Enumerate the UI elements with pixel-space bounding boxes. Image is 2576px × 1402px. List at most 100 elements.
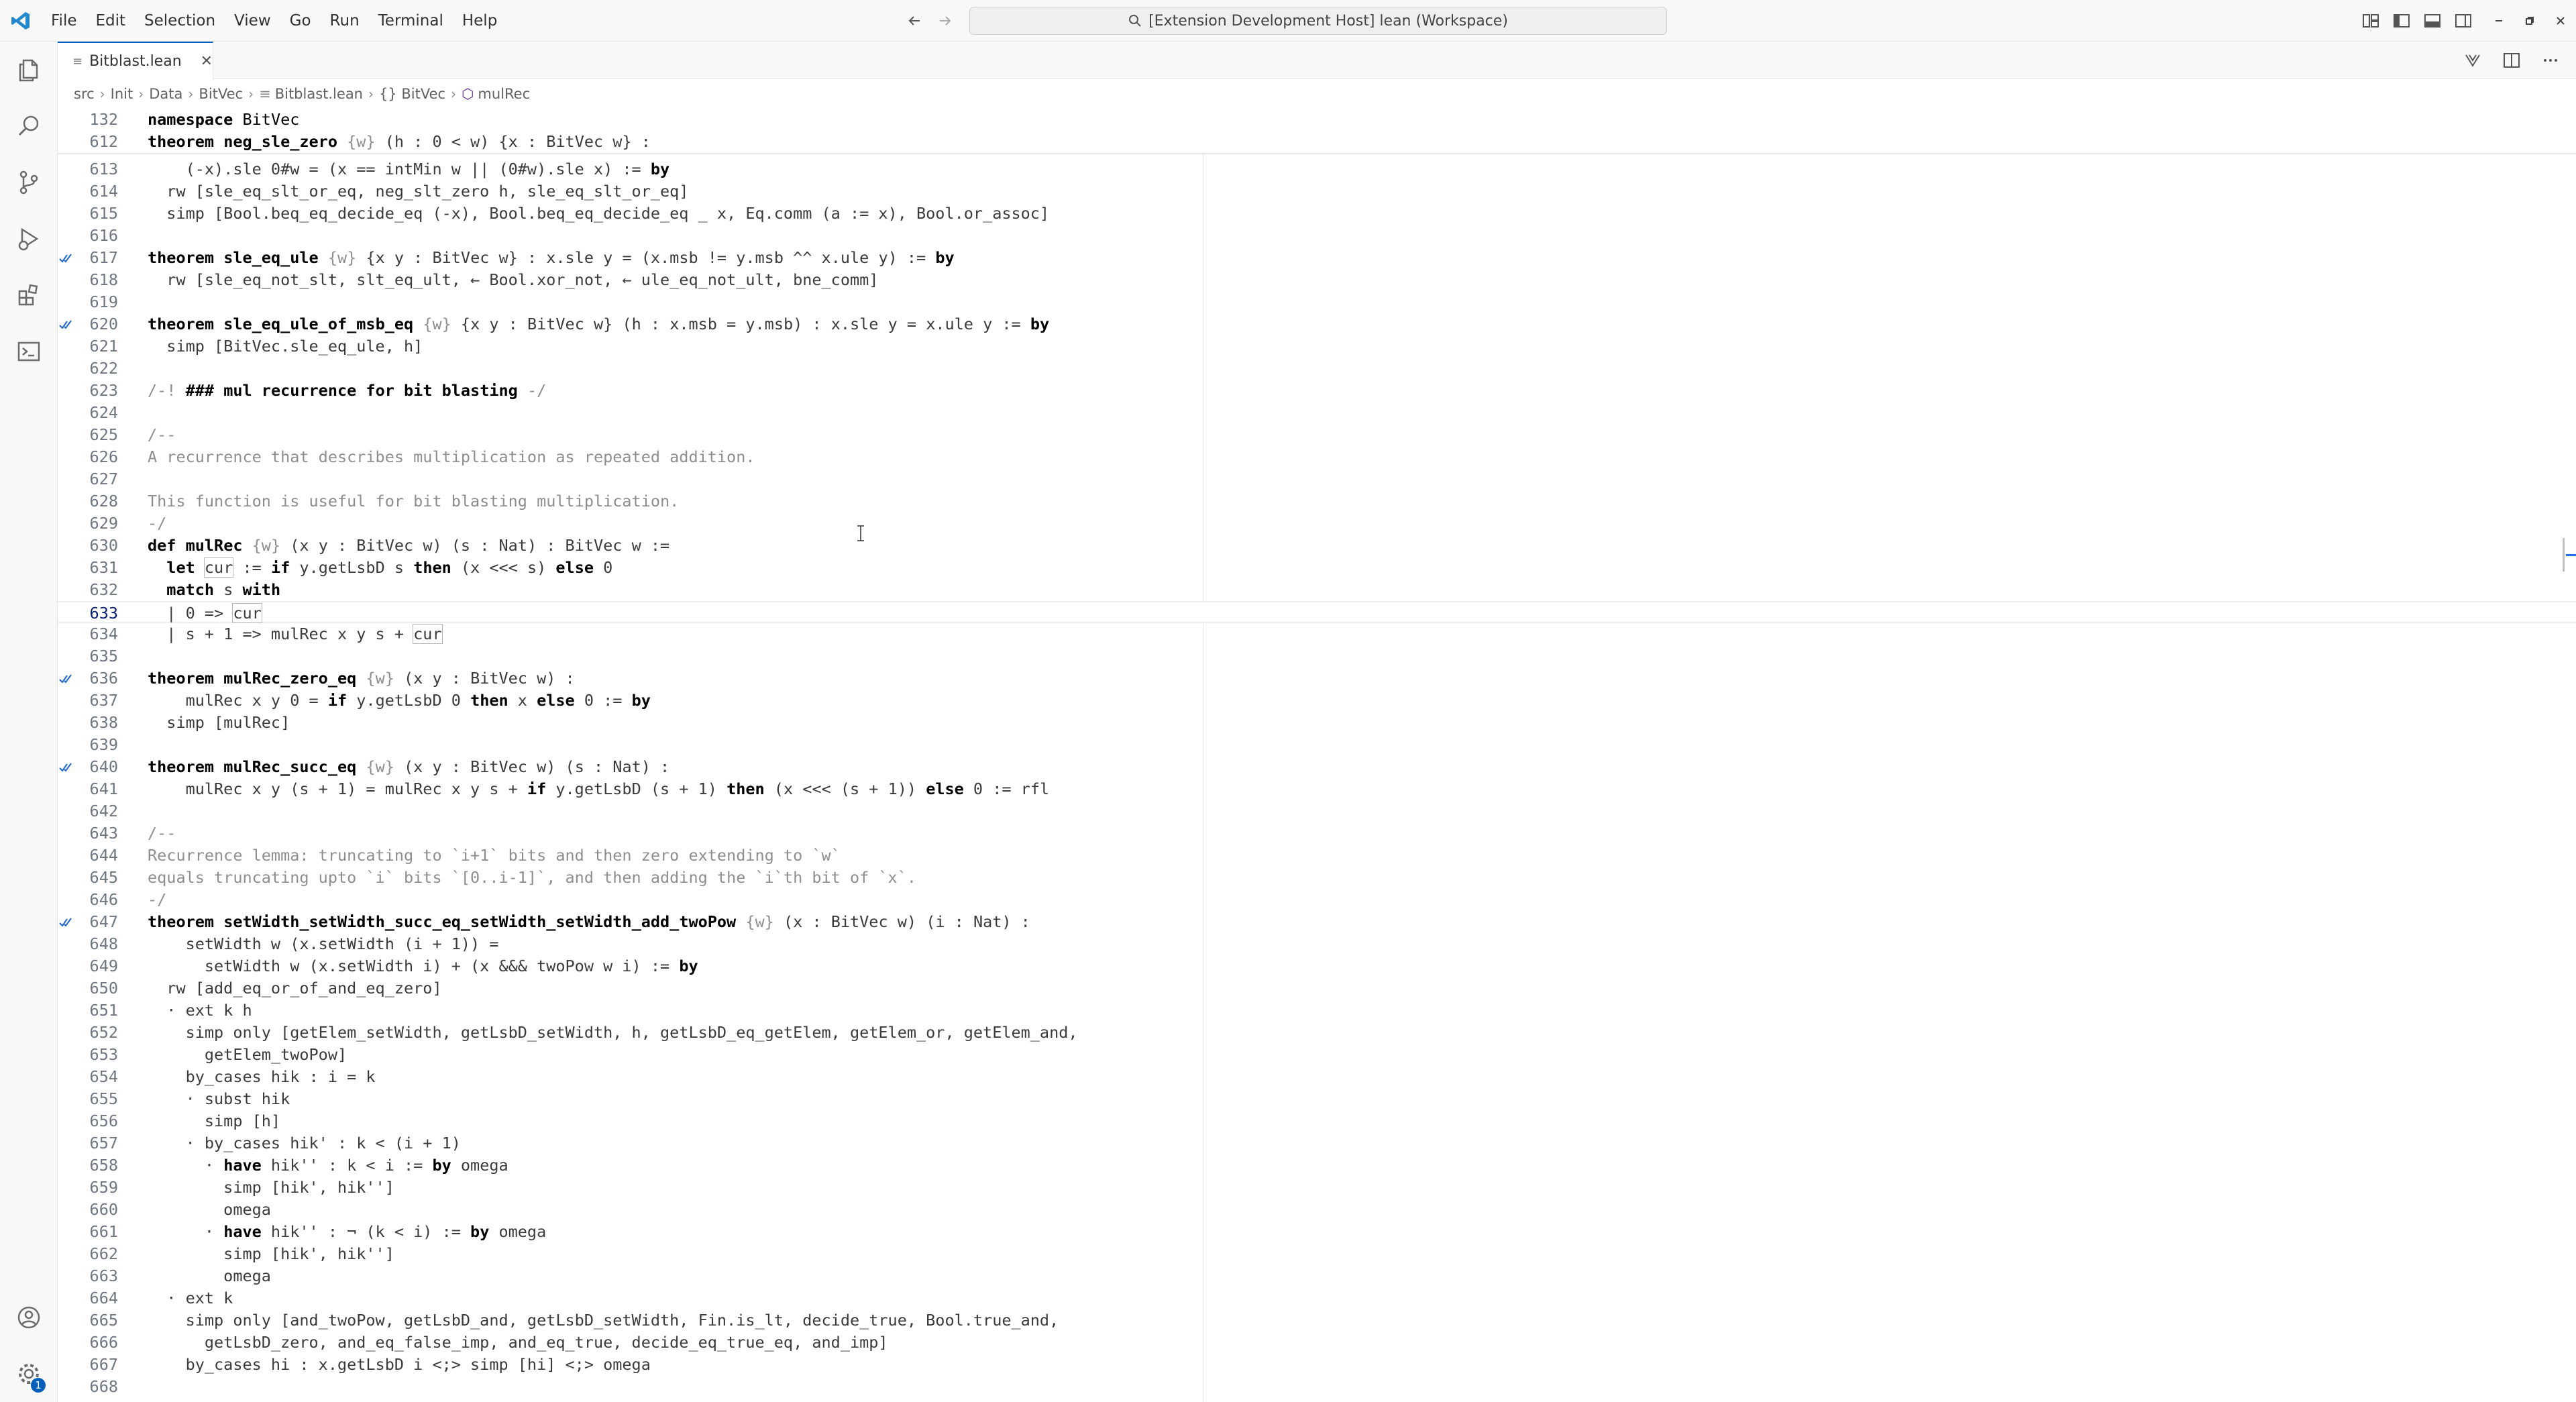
code-line[interactable]: 662 simp [hik', hik''] — [58, 1243, 2576, 1265]
code-line[interactable]: 650 rw [add_eq_or_of_and_eq_zero] — [58, 977, 2576, 1000]
close-window-icon[interactable] — [2545, 0, 2576, 42]
tab-bitblast-lean[interactable]: ≡ Bitblast.lean ✕ — [58, 42, 213, 79]
code-line[interactable]: 644 Recurrence lemma: truncating to `i+1`… — [58, 845, 2576, 867]
code-line[interactable]: 647 theorem setWidth_setWidth_succ_eq_set… — [58, 911, 2576, 933]
code-line[interactable]: 637 mulRec x y 0 = if y.getLsbD 0 then x… — [58, 690, 2576, 712]
menu-help[interactable]: Help — [453, 0, 506, 42]
toggle-panel-icon[interactable] — [2420, 8, 2445, 34]
breadcrumb-src[interactable]: src — [74, 86, 95, 102]
extensions-icon[interactable] — [0, 267, 58, 323]
code-line[interactable]: 655 · subst hik — [58, 1088, 2576, 1110]
back-arrow-icon[interactable] — [902, 8, 927, 34]
lean-infoview-icon[interactable] — [2459, 47, 2486, 74]
explorer-icon[interactable] — [0, 42, 58, 98]
code-line[interactable]: 669 @[deprecated setWidth_setWidth_succ_e… — [58, 1398, 2576, 1402]
forward-arrow-icon[interactable] — [932, 8, 958, 34]
code-line[interactable]: 649 setWidth w (x.setWidth i) + (x &&& t… — [58, 955, 2576, 977]
code-line[interactable]: 661 · have hik'' : ¬ (k < i) := by omega — [58, 1221, 2576, 1243]
code-line[interactable]: 634 | s + 1 => mulRec x y s + cur — [58, 623, 2576, 645]
code-line[interactable]: 648 setWidth w (x.setWidth (i + 1)) = — [58, 933, 2576, 955]
manage-gear-icon[interactable]: 1 — [0, 1346, 58, 1402]
terminal-view-icon[interactable] — [0, 323, 58, 380]
code-line[interactable]: 658 · have hik'' : k < i := by omega — [58, 1154, 2576, 1177]
breadcrumb-namespace[interactable]: {} BitVec — [379, 86, 445, 102]
overview-ruler[interactable] — [2563, 109, 2576, 1402]
code-editor[interactable]: 132 namespace BitVec 612 theorem neg_sle_ze… — [58, 109, 2576, 1402]
restore-icon[interactable] — [2514, 0, 2545, 42]
code-line[interactable]: 640 theorem mulRec_succ_eq {w} (x y : Bit… — [58, 756, 2576, 778]
breadcrumb-symbol[interactable]: ⬡ mulRec — [462, 86, 530, 102]
search-view-icon[interactable] — [0, 98, 58, 154]
menu-edit[interactable]: Edit — [87, 0, 136, 42]
code-line[interactable]: 645 equals truncating upto `i` bits `[0..… — [58, 867, 2576, 889]
code-line[interactable]: 616 — [58, 225, 2576, 247]
split-editor-icon[interactable] — [2498, 47, 2525, 74]
command-center[interactable]: [Extension Development Host] lean (Works… — [969, 7, 1667, 35]
code-line[interactable]: 657 · by_cases hik' : k < (i + 1) — [58, 1132, 2576, 1154]
code-line[interactable]: 614 rw [sle_eq_slt_or_eq, neg_slt_zero h… — [58, 180, 2576, 203]
menu-terminal[interactable]: Terminal — [369, 0, 453, 42]
more-actions-icon[interactable] — [2537, 47, 2564, 74]
code-line[interactable]: 667 by_cases hi : x.getLsbD i <;> simp [… — [58, 1354, 2576, 1376]
code-line[interactable]: 633 | 0 => cur — [58, 601, 2576, 623]
menu-file[interactable]: File — [42, 0, 87, 42]
code-line[interactable]: 626 A recurrence that describes multiplic… — [58, 446, 2576, 468]
code-line[interactable]: 643 /-- — [58, 822, 2576, 845]
menu-view[interactable]: View — [225, 0, 280, 42]
code-line[interactable]: 624 — [58, 402, 2576, 424]
code-line[interactable]: 651 · ext k h — [58, 1000, 2576, 1022]
accounts-icon[interactable] — [0, 1289, 58, 1346]
code-line[interactable]: 646 -/ — [58, 889, 2576, 911]
code-line[interactable]: 621 simp [BitVec.sle_eq_ule, h] — [58, 335, 2576, 358]
code-line[interactable]: 132 namespace BitVec — [58, 109, 2576, 131]
code-line[interactable]: 652 simp only [getElem_setWidth, getLsbD… — [58, 1022, 2576, 1044]
line-text: · have hik'' : k < i := by omega — [148, 1156, 508, 1175]
code-line[interactable]: 628 This function is useful for bit blast… — [58, 490, 2576, 513]
code-line[interactable]: 612 theorem neg_sle_zero {w} (h : 0 < w) … — [58, 131, 2576, 153]
code-line[interactable]: 630 def mulRec {w} (x y : BitVec w) (s : … — [58, 535, 2576, 557]
breadcrumb-file[interactable]: ≡ Bitblast.lean — [259, 86, 363, 102]
breadcrumb-bitvec-folder[interactable]: BitVec — [199, 86, 243, 102]
customize-layout-icon[interactable] — [2359, 8, 2383, 34]
code-line[interactable]: 631 let cur := if y.getLsbD s then (x <<… — [58, 557, 2576, 579]
menu-selection[interactable]: Selection — [135, 0, 225, 42]
code-line[interactable]: 663 omega — [58, 1265, 2576, 1287]
code-line[interactable]: 617 theorem sle_eq_ule {w} {x y : BitVec … — [58, 247, 2576, 269]
code-line[interactable]: 636 theorem mulRec_zero_eq {w} (x y : Bit… — [58, 667, 2576, 690]
code-line[interactable]: 625 /-- — [58, 424, 2576, 446]
code-line[interactable]: 666 getLsbD_zero, and_eq_false_imp, and_… — [58, 1332, 2576, 1354]
code-line[interactable]: 641 mulRec x y (s + 1) = mulRec x y s + … — [58, 778, 2576, 800]
breadcrumb-data[interactable]: Data — [149, 86, 182, 102]
code-line[interactable]: 654 by_cases hik : i = k — [58, 1066, 2576, 1088]
code-line[interactable]: 619 — [58, 291, 2576, 313]
code-line[interactable]: 618 rw [sle_eq_not_slt, slt_eq_ult, ← Bo… — [58, 269, 2576, 291]
code-line[interactable]: 635 — [58, 645, 2576, 667]
code-line[interactable]: 629 -/ — [58, 513, 2576, 535]
code-line[interactable]: 653 getElem_twoPow] — [58, 1044, 2576, 1066]
menu-run[interactable]: Run — [321, 0, 369, 42]
code-line[interactable]: 659 simp [hik', hik''] — [58, 1177, 2576, 1199]
source-control-icon[interactable] — [0, 154, 58, 211]
toggle-secondary-sidebar-icon[interactable] — [2451, 8, 2475, 34]
code-line[interactable]: 622 — [58, 358, 2576, 380]
toggle-primary-sidebar-icon[interactable] — [2390, 8, 2414, 34]
code-line[interactable]: 656 simp [h] — [58, 1110, 2576, 1132]
code-line[interactable]: 627 — [58, 468, 2576, 490]
close-icon[interactable]: ✕ — [201, 53, 213, 70]
code-line[interactable]: 620 theorem sle_eq_ule_of_msb_eq {w} {x y… — [58, 313, 2576, 335]
code-line[interactable]: 642 — [58, 800, 2576, 822]
code-line[interactable]: 668 — [58, 1376, 2576, 1398]
minimize-icon[interactable] — [2483, 0, 2514, 42]
menu-go[interactable]: Go — [280, 0, 321, 42]
code-line[interactable]: 639 — [58, 734, 2576, 756]
run-debug-icon[interactable] — [0, 211, 58, 267]
code-line[interactable]: 613 (-x).sle 0#w = (x == intMin w || (0#… — [58, 158, 2576, 180]
code-line[interactable]: 615 simp [Bool.beq_eq_decide_eq (-x), Bo… — [58, 203, 2576, 225]
code-line[interactable]: 623 /-! ### mul recurrence for bit blasti… — [58, 380, 2576, 402]
code-line[interactable]: 664 · ext k — [58, 1287, 2576, 1309]
code-line[interactable]: 660 omega — [58, 1199, 2576, 1221]
code-line[interactable]: 632 match s with — [58, 579, 2576, 601]
code-line[interactable]: 665 simp only [and_twoPow, getLsbD_and, … — [58, 1309, 2576, 1332]
code-line[interactable]: 638 simp [mulRec] — [58, 712, 2576, 734]
breadcrumb-init[interactable]: Init — [111, 86, 133, 102]
